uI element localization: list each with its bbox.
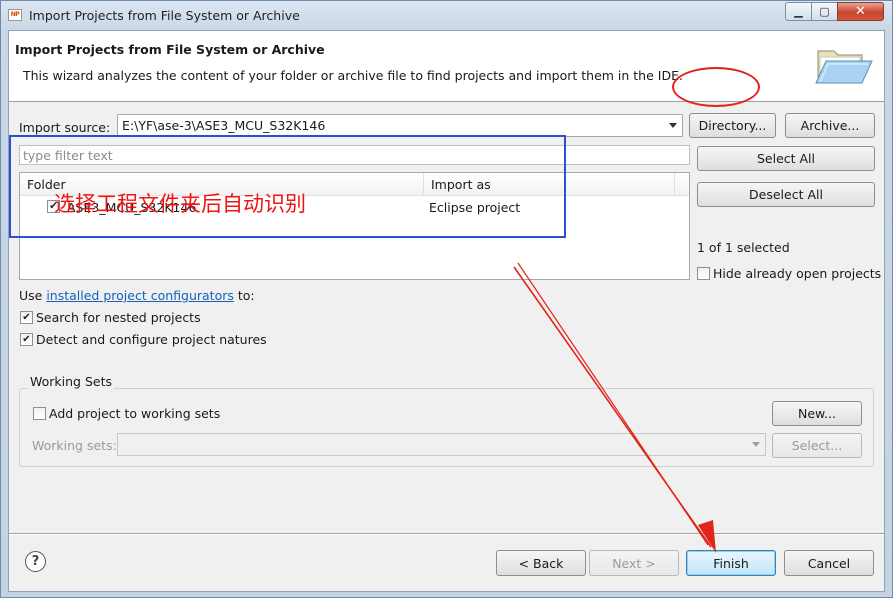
hide-open-projects-checkbox[interactable] [697, 267, 710, 280]
footer-separator [9, 533, 884, 535]
configurators-suffix: to: [233, 288, 255, 303]
wizard-title: Import Projects from File System or Arch… [15, 42, 325, 57]
add-to-working-sets-label: Add project to working sets [49, 406, 221, 421]
finish-button[interactable]: Finish [686, 550, 776, 576]
app-icon: NP [8, 9, 22, 21]
minimize-button[interactable]: ▁ [785, 2, 812, 21]
back-button[interactable]: < Back [496, 550, 586, 576]
close-button[interactable]: ✕ [837, 2, 884, 21]
new-working-set-button[interactable]: New... [772, 401, 862, 426]
configurators-text: Use installed project configurators to: [19, 288, 255, 303]
chevron-down-icon[interactable] [669, 123, 677, 128]
annotation-blue-box [9, 135, 566, 238]
selection-status: 1 of 1 selected [697, 240, 790, 255]
import-source-value: E:\YF\ase-3\ASE3_MCU_S32K146 [122, 118, 326, 133]
add-to-working-sets-checkbox[interactable] [33, 407, 46, 420]
select-working-sets-button[interactable]: Select... [772, 433, 862, 458]
working-sets-label: Working sets: [32, 438, 117, 453]
title-bar[interactable]: NP Import Projects from File System or A… [1, 1, 892, 30]
import-source-combo[interactable]: E:\YF\ase-3\ASE3_MCU_S32K146 [117, 114, 683, 137]
column-header-filler [675, 173, 689, 196]
search-nested-label: Search for nested projects [36, 310, 201, 325]
select-all-button[interactable]: Select All [697, 146, 875, 171]
working-sets-combo[interactable] [117, 433, 766, 456]
chevron-down-icon[interactable] [752, 442, 760, 447]
annotation-text: 选择工程文件夹后自动识别 [54, 192, 306, 216]
window-title: Import Projects from File System or Arch… [29, 8, 300, 23]
maximize-button[interactable]: ▢ [811, 2, 838, 21]
cancel-button[interactable]: Cancel [784, 550, 874, 576]
archive-button[interactable]: Archive... [785, 113, 875, 138]
import-source-label: Import source: [19, 120, 111, 135]
open-folder-icon [815, 50, 873, 84]
directory-button[interactable]: Directory... [689, 113, 776, 138]
configurators-prefix: Use [19, 288, 47, 303]
help-icon[interactable]: ? [25, 551, 46, 572]
detect-natures-label: Detect and configure project natures [36, 332, 267, 347]
hide-open-projects-label: Hide already open projects [713, 266, 882, 281]
search-nested-checkbox[interactable]: ✔ [20, 311, 33, 324]
deselect-all-button[interactable]: Deselect All [697, 182, 875, 207]
next-button[interactable]: Next > [589, 550, 679, 576]
detect-natures-checkbox[interactable]: ✔ [20, 333, 33, 346]
installed-configurators-link[interactable]: installed project configurators [46, 288, 234, 303]
working-sets-group-label: Working Sets [28, 374, 114, 389]
dialog-body: Import Projects from File System or Arch… [8, 30, 885, 592]
wizard-description: This wizard analyzes the content of your… [23, 68, 683, 83]
annotation-red-ellipse [672, 67, 760, 107]
